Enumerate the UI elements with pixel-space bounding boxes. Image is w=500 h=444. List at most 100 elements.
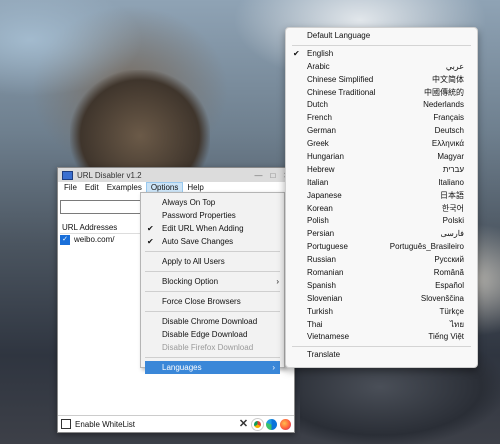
menu-item-always-on-top[interactable]: Always On Top <box>141 196 284 209</box>
language-item[interactable]: Hebrew עברית <box>286 164 477 177</box>
menu-item-label: Password Properties <box>162 211 236 220</box>
language-name: Persian <box>307 229 335 239</box>
language-name: Japanese <box>307 190 342 200</box>
menu-item-disable-chrome-download[interactable]: Disable Chrome Download <box>141 315 284 328</box>
menu-file[interactable]: File <box>60 182 81 194</box>
language-item[interactable]: Persian فارسی <box>286 228 477 241</box>
language-native-name: Română <box>433 268 464 278</box>
maximize-button[interactable]: □ <box>270 171 275 180</box>
language-name: Vietnamese <box>307 332 350 342</box>
language-list: ✔ English Arabic عربي Chinese Simplified 中文简体… <box>286 48 477 344</box>
edge-icon[interactable] <box>266 418 277 430</box>
language-name: English <box>307 48 334 58</box>
menu-separator <box>145 291 280 292</box>
checkbox-checked[interactable]: ✓ <box>60 234 70 245</box>
language-name: Russian <box>307 255 336 265</box>
menu-item-password-properties[interactable]: Password Properties <box>141 209 284 222</box>
language-name: Thai <box>307 319 323 329</box>
language-item[interactable]: Romanian Română <box>286 267 477 280</box>
language-item[interactable]: Greek Ελληνικά <box>286 138 477 151</box>
language-name: Chinese Traditional <box>307 87 376 97</box>
menu-item-label: Always On Top <box>162 198 216 207</box>
list-item-url: weibo.com/ <box>74 235 115 244</box>
language-native-name: فارسی <box>440 229 465 239</box>
language-name: Translate <box>307 350 341 360</box>
language-native-name: Nederlands <box>423 100 464 110</box>
language-native-name: 한국어 <box>441 203 464 213</box>
language-item[interactable]: Italian Italiano <box>286 177 477 190</box>
language-item[interactable]: Polish Polski <box>286 215 477 228</box>
menu-item-force-close-browsers[interactable]: Force Close Browsers <box>141 295 284 308</box>
app-icon <box>62 170 73 180</box>
menu-item-languages[interactable]: Languages › <box>145 361 280 374</box>
whitelist-checkbox[interactable] <box>61 419 71 429</box>
minimize-button[interactable]: — <box>254 171 262 180</box>
language-item[interactable]: Vietnamese Tiếng Việt <box>286 331 477 344</box>
wallpaper-statue <box>70 70 210 180</box>
language-native-name: 中國傳統的 <box>424 87 464 97</box>
submenu-arrow-icon: › <box>276 277 279 286</box>
language-name: Korean <box>307 203 333 213</box>
language-native-name: Español <box>435 280 464 290</box>
language-item[interactable]: Portuguese Português_Brasileiro <box>286 241 477 254</box>
close-x-icon[interactable]: ✕ <box>238 418 249 430</box>
language-item[interactable]: Arabic عربي <box>286 61 477 74</box>
submenu-arrow-icon: › <box>272 363 275 372</box>
language-item[interactable]: Spanish Español <box>286 280 477 293</box>
language-native-name: Magyar <box>437 152 464 162</box>
menu-separator <box>145 311 280 312</box>
menu-item-label: Force Close Browsers <box>162 297 241 306</box>
checkmark-icon: ✔ <box>147 224 154 233</box>
menu-item-auto-save-changes[interactable]: ✔ Auto Save Changes <box>141 235 284 248</box>
chrome-icon[interactable] <box>252 418 263 430</box>
whitelist-label: Enable WhiteList <box>75 419 136 429</box>
menu-edit[interactable]: Edit <box>81 182 103 194</box>
language-item[interactable]: Chinese Traditional 中國傳統的 <box>286 87 477 100</box>
language-native-name: Français <box>433 113 464 123</box>
language-item[interactable]: Slovenian Slovenščina <box>286 293 477 306</box>
language-name: Arabic <box>307 61 330 71</box>
firefox-icon[interactable] <box>280 418 291 430</box>
menu-item-label: Disable Chrome Download <box>162 317 258 326</box>
language-item[interactable]: French Français <box>286 112 477 125</box>
language-name: Italian <box>307 177 329 187</box>
language-name: Chinese Simplified <box>307 74 374 84</box>
menu-item-label: Disable Edge Download <box>162 330 248 339</box>
whitelist-toggle[interactable]: Enable WhiteList <box>61 419 238 429</box>
language-item[interactable]: Dutch Nederlands <box>286 99 477 112</box>
language-native-name: ไทย <box>450 319 464 329</box>
menu-item-edit-url-when-adding[interactable]: ✔ Edit URL When Adding <box>141 222 284 235</box>
language-item[interactable]: Korean 한국어 <box>286 203 477 216</box>
language-native-name: Slovenščina <box>420 293 464 303</box>
language-item[interactable]: ✔ English <box>286 48 477 61</box>
language-native-name: Tiếng Việt <box>428 332 464 342</box>
language-item[interactable]: Japanese 日本語 <box>286 190 477 203</box>
language-name: Default Language <box>307 31 371 40</box>
language-item[interactable]: Hungarian Magyar <box>286 151 477 164</box>
title-bar[interactable]: URL Disabler v1.2 — □ ✕ <box>58 168 294 182</box>
language-item[interactable]: Russian Русский <box>286 254 477 267</box>
checkmark-icon: ✔ <box>147 237 154 246</box>
window-title: URL Disabler v1.2 <box>77 170 142 180</box>
checkmark-icon: ✔ <box>293 48 300 58</box>
language-item[interactable]: Turkish Türkçe <box>286 306 477 319</box>
language-name: Hungarian <box>307 152 344 162</box>
menu-separator <box>292 346 471 348</box>
menu-item-label: Languages <box>162 363 202 372</box>
menu-item-label: Disable Firefox Download <box>162 343 254 352</box>
language-native-name: عربي <box>445 61 464 71</box>
language-name: German <box>307 126 336 136</box>
language-native-name: 中文简体 <box>432 74 464 84</box>
menu-item-blocking-option[interactable]: Blocking Option › <box>141 275 284 288</box>
language-name: French <box>307 113 332 123</box>
language-item[interactable]: German Deutsch <box>286 125 477 138</box>
menu-item-apply-to-all-users[interactable]: Apply to All Users <box>141 255 284 268</box>
language-item[interactable]: Thai ไทย <box>286 319 477 332</box>
language-translate[interactable]: Translate <box>286 349 477 362</box>
language-default[interactable]: Default Language <box>286 30 477 43</box>
languages-submenu: Default Language ✔ English Arabic عربي Chine… <box>285 27 478 368</box>
menu-separator <box>145 251 280 252</box>
language-item[interactable]: Chinese Simplified 中文简体 <box>286 74 477 87</box>
menu-item-disable-edge-download[interactable]: Disable Edge Download <box>141 328 284 341</box>
browser-icons: ✕ <box>238 418 291 430</box>
